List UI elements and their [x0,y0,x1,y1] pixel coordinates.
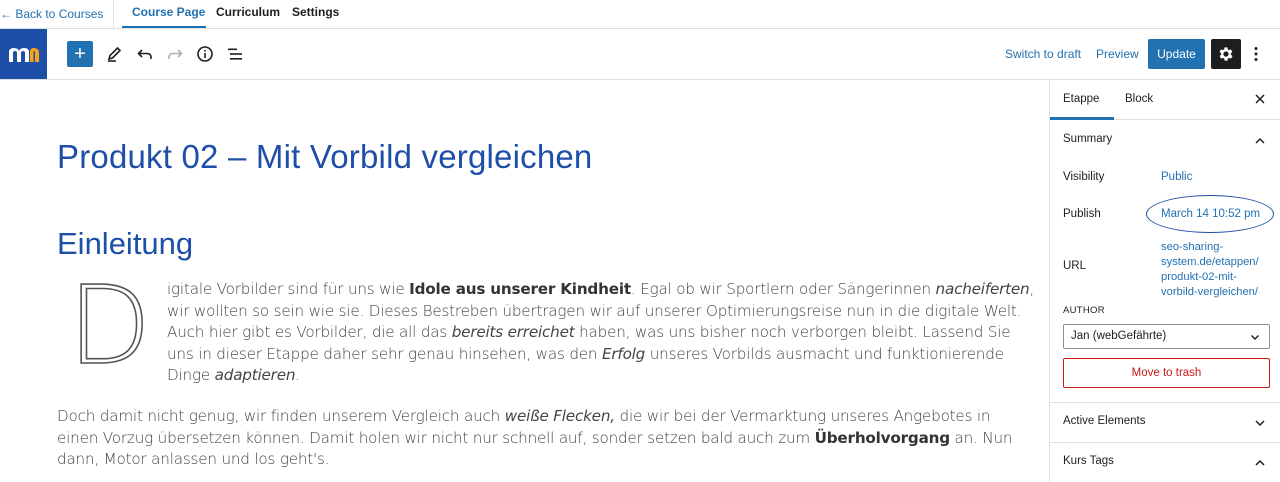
publish-label: Publish [1063,208,1101,220]
kurs-tags-panel-header[interactable]: Kurs Tags [1050,442,1280,482]
paragraph-line: Auch hier gibt es Vorbilder, die all das… [167,323,1011,341]
active-elements-panel-header[interactable]: Active Elements [1050,402,1280,442]
add-block-button[interactable]: + [67,41,93,67]
url-line: system.de/etappen/ [1161,256,1259,268]
url-label: URL [1063,260,1087,272]
undo-icon[interactable] [135,44,155,64]
chevron-up-icon [1255,137,1265,144]
settings-button[interactable] [1211,39,1241,69]
url-line: seo-sharing- [1161,241,1224,253]
plus-icon: + [74,43,86,65]
pencil-icon[interactable] [104,44,124,64]
redo-icon[interactable] [165,44,185,64]
moodle-m-logo-icon[interactable] [0,29,47,79]
paragraph-block-2[interactable]: Doch damit nicht genug, wir finden unser… [57,406,1013,471]
list-view-icon[interactable] [225,44,245,64]
paragraph-line: uns in dieser Etappe daher sehr genau hi… [167,344,1004,363]
update-button[interactable]: Update [1148,39,1205,69]
close-sidebar-button[interactable] [1252,91,1268,107]
more-options-button[interactable] [1250,44,1262,64]
editor-toolbar: + Switch to draft Preview Update [0,29,1280,80]
nav-divider [113,0,114,29]
chevron-down-icon [1251,335,1259,340]
paragraph-line: wir wollten so sein wie sie. Dieses Best… [167,301,1022,320]
back-to-courses-link[interactable]: ← Back to Courses [0,7,103,21]
heading-block[interactable]: Einleitung [57,226,193,262]
preview-button[interactable]: Preview [1096,47,1139,61]
paragraph-line: einen Vorzug übersetzen können. Damit ho… [57,428,1013,447]
tab-course-page[interactable]: Course Page [132,5,205,19]
tab-settings[interactable]: Settings [292,5,339,19]
tab-curriculum[interactable]: Curriculum [216,5,280,19]
paragraph-line: Doch damit nicht genug, wir finden unser… [57,407,991,425]
top-navigation: ← Back to Courses Course Page Curriculum… [0,0,1280,29]
post-title[interactable]: Produkt 02 – Mit Vorbild vergleichen [57,138,593,176]
chevron-down-icon [1255,420,1265,427]
kurs-tags-panel-title: Kurs Tags [1063,455,1114,467]
author-select[interactable]: Jan (webGefährte) [1063,324,1270,349]
summary-panel-title: Summary [1063,133,1113,145]
author-selected-value: Jan (webGefährte) [1071,330,1167,342]
paragraph-block-1[interactable]: igitale Vorbilder sind für uns wie Idole… [167,279,1035,387]
summary-panel-header[interactable]: Summary [1050,120,1280,160]
editor-canvas: Produkt 02 – Mit Vorbild vergleichen Ein… [0,80,1049,482]
move-to-trash-button[interactable]: Move to trash [1063,358,1270,388]
vertical-ellipsis-icon [1254,47,1258,61]
url-line: produkt-02-mit- [1161,271,1237,283]
info-icon[interactable] [195,44,215,64]
drop-cap: D [67,264,152,389]
paragraph-line: dann, Motor anlassen und los geht's. [57,450,330,468]
author-label: AUTHOR [1063,305,1105,316]
sidebar-tab-block[interactable]: Block [1125,93,1153,105]
chevron-up-icon [1255,459,1265,466]
publish-highlight-annotation [1146,195,1274,233]
url-value[interactable]: seo-sharing- system.de/etappen/ produkt-… [1161,240,1271,300]
gear-icon [1219,47,1233,61]
paragraph-line: Dinge adaptieren. [167,366,300,384]
switch-to-draft-button[interactable]: Switch to draft [1005,47,1081,61]
paragraph-line: igitale Vorbilder sind für uns wie Idole… [167,280,1035,298]
close-icon [1255,94,1265,104]
active-tab-indicator [122,26,206,28]
settings-sidebar: Etappe Block Summary Visibility Public P… [1049,80,1280,482]
url-line: vorbild-vergleichen/ [1161,286,1259,298]
visibility-value[interactable]: Public [1161,171,1192,183]
sidebar-tab-etappe[interactable]: Etappe [1063,93,1099,105]
sidebar-tabs: Etappe Block [1050,80,1280,120]
visibility-label: Visibility [1063,171,1105,183]
active-elements-panel-title: Active Elements [1063,415,1146,427]
